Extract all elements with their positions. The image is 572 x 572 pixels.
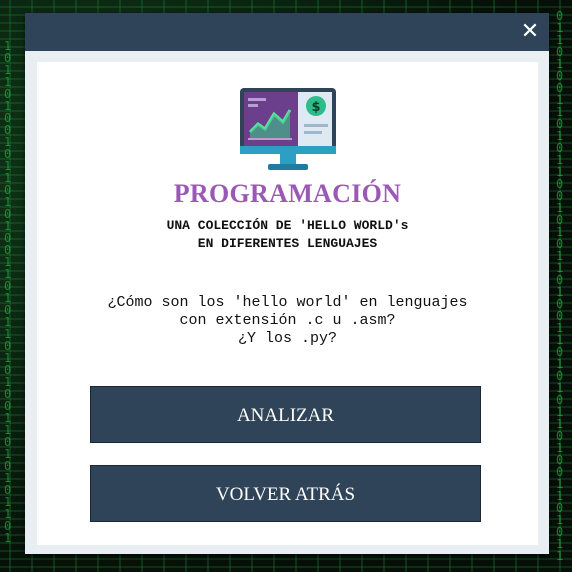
code-rain-decoration: 0 1 1 0 1 0 0 1 1 0 1 0 1 1 0 0 1 0 1 0 … [556, 9, 564, 563]
back-button[interactable]: VOLVER ATRÁS [90, 465, 481, 522]
page-title: PROGRAMACIÓN [173, 179, 402, 208]
dialog-window: ✕ $ PROGRAMACIÓN UNA COLECCIÓN DE 'HELLO… [25, 13, 549, 554]
question-line: ¿Cómo son los 'hello world' en lenguajes [107, 294, 468, 311]
question-line: con extensión .c u .asm? [179, 312, 396, 329]
question-line: ¿Y los .py? [237, 330, 338, 347]
close-button[interactable]: ✕ [519, 21, 541, 43]
subtitle-line: UNA COLECCIÓN DE 'HELLO WORLD's [166, 218, 409, 233]
subtitle: UNA COLECCIÓN DE 'HELLO WORLD's EN DIFER… [37, 217, 538, 253]
svg-text:$: $ [311, 100, 320, 115]
code-rain-decoration: 1 0 1 1 0 1 0 0 1 0 1 1 0 1 0 1 0 0 1 1 … [4, 39, 12, 545]
question-text: ¿Cómo son los 'hello world' en lenguajes… [37, 294, 538, 348]
subtitle-line: EN DIFERENTES LENGUAJES [197, 236, 378, 251]
analyze-button[interactable]: ANALIZAR [90, 386, 481, 443]
monitor-chart-dollar-icon: $ [240, 88, 336, 170]
dialog-content: $ PROGRAMACIÓN UNA COLECCIÓN DE 'HELLO W… [37, 62, 538, 545]
dialog-titlebar: ✕ [25, 13, 549, 51]
